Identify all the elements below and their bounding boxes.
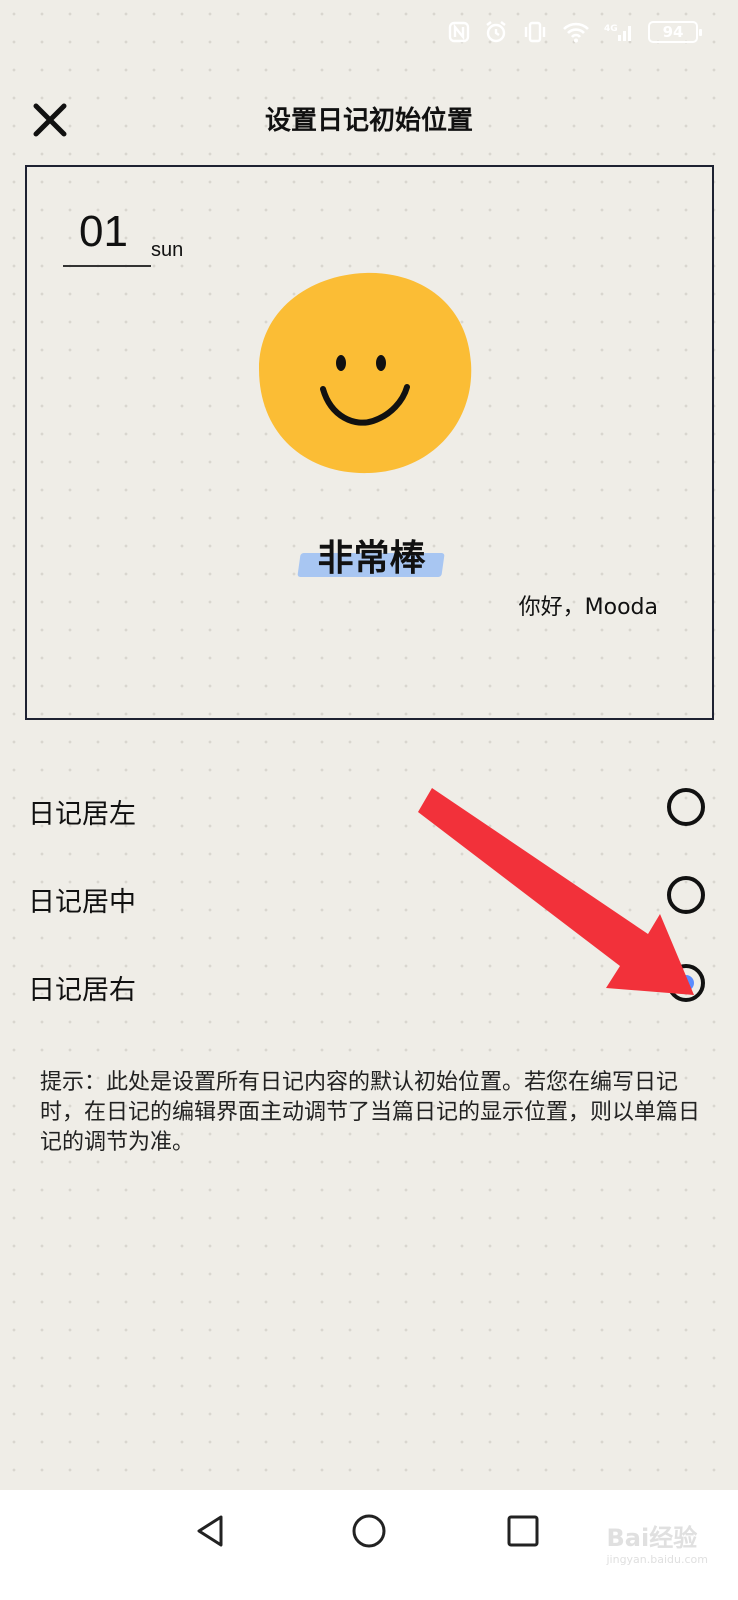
svg-text:4G: 4G — [604, 24, 618, 34]
wifi-icon — [563, 22, 589, 43]
hint-text: 提示：此处是设置所有日记内容的默认初始位置。若您在编写日记时，在日记的编辑界面主… — [40, 1070, 701, 1155]
date-number: 01 — [79, 207, 128, 256]
watermark-url: jingyan.baidu.com — [606, 1553, 708, 1566]
home-button[interactable] — [344, 1506, 394, 1556]
option-right[interactable]: 日记居右 — [0, 946, 738, 1026]
navigation-bar: Bai经验 jingyan.baidu.com — [0, 1490, 738, 1600]
option-center-label: 日记居中 — [28, 887, 136, 918]
watermark: Bai经验 jingyan.baidu.com — [606, 1518, 708, 1566]
smiley-face-icon — [259, 272, 472, 474]
vibrate-icon — [524, 21, 546, 43]
back-button[interactable] — [186, 1506, 236, 1556]
watermark-text: Bai经验 — [606, 1524, 698, 1552]
option-right-label: 日记居右 — [28, 975, 136, 1006]
back-icon — [197, 1515, 223, 1547]
alarm-icon — [486, 21, 506, 43]
mood-label: 非常棒 — [299, 529, 443, 581]
option-center[interactable]: 日记居中 — [0, 858, 738, 938]
diary-preview-card: 01 sun 非常棒 你好，Mooda — [25, 165, 714, 720]
signal-icon: 4G — [604, 24, 631, 41]
greeting-text: 你好，Mooda — [518, 595, 658, 620]
option-right-radio[interactable] — [667, 964, 705, 1002]
status-bar: 4G 94 — [0, 0, 738, 72]
option-left[interactable]: 日记居左 — [0, 770, 738, 850]
recents-button[interactable] — [498, 1506, 548, 1556]
home-icon — [352, 1514, 386, 1548]
status-icons: 4G 94 — [448, 20, 702, 44]
date-day: sun — [151, 239, 184, 261]
date-underline — [63, 265, 151, 267]
option-center-radio[interactable] — [667, 876, 705, 914]
option-left-label: 日记居左 — [28, 799, 136, 830]
nfc-icon — [448, 21, 470, 43]
option-left-radio[interactable] — [667, 788, 705, 826]
battery-indicator: 94 — [648, 21, 702, 43]
mood-label-wrap: 非常棒 — [27, 529, 716, 581]
page-title: 设置日记初始位置 — [264, 106, 473, 136]
recents-icon — [507, 1515, 539, 1547]
